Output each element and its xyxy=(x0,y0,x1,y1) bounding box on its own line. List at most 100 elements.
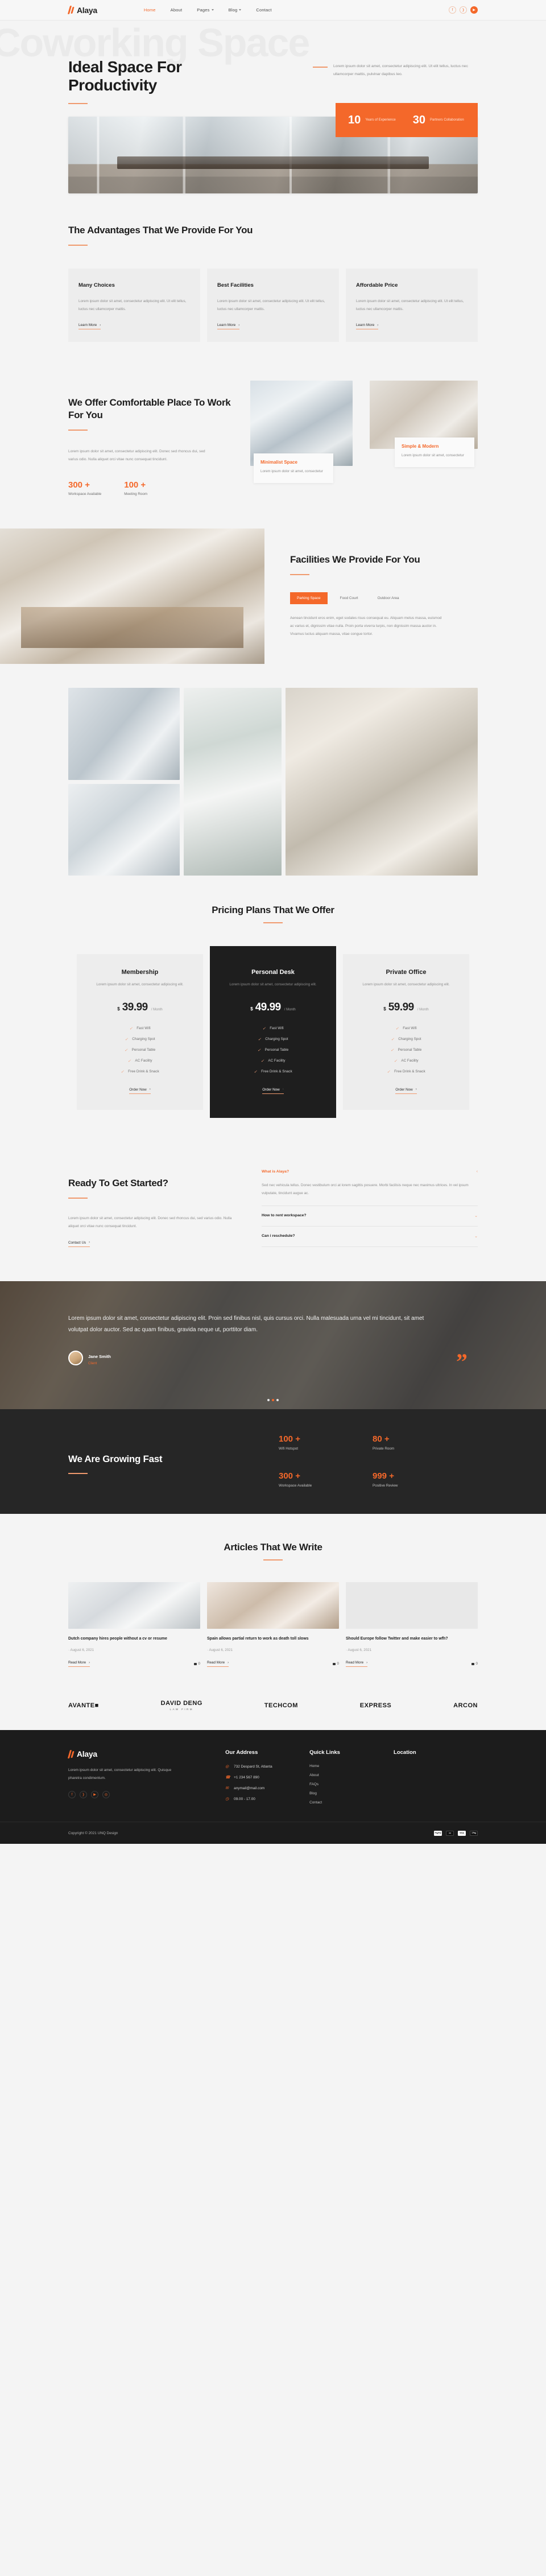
stat-label: Partners Collaboration xyxy=(429,118,464,122)
chevron-right-icon: › xyxy=(100,323,101,327)
tab-outdoor-area[interactable]: Outdoor Area xyxy=(371,592,406,604)
faq-item[interactable]: What is Alaya? ‹ Sed nec vehicula tellus… xyxy=(262,1162,478,1206)
facebook-icon[interactable]: f xyxy=(68,1791,76,1799)
footer-link-contact[interactable]: Contact xyxy=(309,1801,394,1805)
site-header: Alaya Home About Pages Blog Contact f ❭ … xyxy=(0,0,546,20)
article-card[interactable]: Should Europe follow Twitter and make ea… xyxy=(346,1582,478,1667)
learn-more-link[interactable]: Learn More › xyxy=(356,323,379,330)
facebook-icon[interactable]: f xyxy=(449,6,456,14)
carousel-dots xyxy=(267,1398,279,1401)
plan-feature: ✓ Personal Table xyxy=(258,1048,288,1052)
faq-item[interactable]: How to rent workspace? ⌄ xyxy=(262,1206,478,1227)
chevron-down-icon[interactable]: ⌄ xyxy=(474,1234,478,1239)
footer-link-home[interactable]: Home xyxy=(309,1764,394,1768)
brand-label: ARCON xyxy=(453,1702,478,1709)
carousel-dot[interactable] xyxy=(276,1398,279,1401)
read-more-link[interactable]: Read More › xyxy=(68,1661,90,1667)
read-more-link[interactable]: Read More › xyxy=(346,1661,368,1667)
footer-link-blog[interactable]: Blog xyxy=(309,1791,394,1795)
stat-label: Workspace Available xyxy=(279,1483,312,1488)
articles-section: Articles That We Write Dutch company hir… xyxy=(68,1514,478,1684)
article-image xyxy=(346,1582,478,1629)
feature-label: AC Facility xyxy=(401,1059,419,1063)
footer-location-title: Location xyxy=(394,1749,416,1756)
article-image xyxy=(68,1582,200,1629)
brand-logo[interactable]: Alaya xyxy=(67,6,97,15)
nav-item-home[interactable]: Home xyxy=(144,7,156,13)
pricing-card-private-office[interactable]: Private Office Lorem ipsum dolor sit ame… xyxy=(343,954,469,1110)
pricing-card-personal-desk[interactable]: Personal Desk Lorem ipsum dolor sit amet… xyxy=(210,946,336,1118)
tab-parking-space[interactable]: Parking Space xyxy=(290,592,328,605)
nav-item-contact[interactable]: Contact xyxy=(256,7,271,13)
stat-label: Positive Review xyxy=(373,1483,398,1488)
stat-number: 999 + xyxy=(373,1471,394,1481)
logo-mark-icon xyxy=(67,1749,75,1758)
advantage-card[interactable]: Best Facilities Lorem ipsum dolor sit am… xyxy=(207,268,339,342)
nav-item-about[interactable]: About xyxy=(171,7,183,13)
accent-rule xyxy=(68,1472,88,1474)
articles-title: Articles That We Write xyxy=(224,1541,322,1553)
brand-logo-express: EXPRESS xyxy=(360,1702,391,1709)
chevron-right-icon: › xyxy=(282,1088,284,1092)
learn-more-link[interactable]: Learn More › xyxy=(78,323,101,330)
link-label: Read More xyxy=(346,1661,364,1665)
advantage-card[interactable]: Many Choices Lorem ipsum dolor sit amet,… xyxy=(68,268,200,342)
footer-address-column: Our Address ◎ 732 Despard St, Atlanta ☎ +1… xyxy=(225,1749,309,1805)
faq-question: What is Alaya? xyxy=(262,1169,289,1174)
read-more-link[interactable]: Read More › xyxy=(207,1661,229,1667)
nav-item-pages[interactable]: Pages xyxy=(197,7,214,13)
order-now-button[interactable]: Order Now › xyxy=(129,1088,151,1094)
chevron-down-icon[interactable]: ⌄ xyxy=(474,1213,478,1218)
youtube-icon[interactable]: ▶ xyxy=(91,1791,98,1799)
tab-food-court[interactable]: Food Court xyxy=(333,592,365,604)
nav-item-blog[interactable]: Blog xyxy=(229,7,242,13)
twitter-icon[interactable]: ❭ xyxy=(460,6,467,14)
comment-count: 0 xyxy=(332,1662,339,1666)
chevron-right-icon: › xyxy=(366,1661,368,1665)
price-currency: $ xyxy=(117,1006,120,1012)
chevron-up-icon[interactable]: ‹ xyxy=(477,1170,478,1174)
plan-name: Private Office xyxy=(386,969,427,976)
feature-label: Personal Table xyxy=(264,1048,289,1052)
price-period: / Month xyxy=(284,1008,296,1012)
footer-brand-logo[interactable]: Alaya xyxy=(67,1749,225,1758)
article-card[interactable]: Spain allows partial return to work as d… xyxy=(207,1582,339,1667)
card-title: Affordable Price xyxy=(356,282,398,288)
caption-title: Minimalist Space xyxy=(260,460,297,465)
contact-us-button[interactable]: Contact Us › xyxy=(68,1241,90,1247)
check-icon: ✓ xyxy=(387,1070,391,1074)
brand-logo-arcon: ARCON xyxy=(453,1702,478,1709)
carousel-dot-active[interactable] xyxy=(272,1398,274,1401)
plan-feature: ✓ AC Facility xyxy=(261,1059,286,1063)
advantage-card[interactable]: Affordable Price Lorem ipsum dolor sit a… xyxy=(346,268,478,342)
instagram-icon[interactable]: ◎ xyxy=(102,1791,110,1799)
order-now-button[interactable]: Order Now › xyxy=(395,1088,417,1094)
footer-mail-line: ✉ anymail@mail.com xyxy=(225,1786,309,1791)
twitter-icon[interactable]: ❭ xyxy=(80,1791,87,1799)
stat-label: Wifi Hotspot xyxy=(279,1446,298,1451)
plan-desc: Lorem ipsum dolor sit amet, consectetur … xyxy=(96,982,184,987)
footer-link-about[interactable]: About xyxy=(309,1773,394,1777)
article-title: Should Europe follow Twitter and make ea… xyxy=(346,1636,448,1641)
comment-bubble-icon xyxy=(332,1662,336,1665)
stat-label: Workspace Available xyxy=(68,492,102,496)
plan-feature: ✓ AC Facility xyxy=(394,1059,419,1063)
youtube-icon[interactable]: ▶ xyxy=(470,6,478,14)
order-now-button[interactable]: Order Now › xyxy=(262,1088,284,1094)
carousel-dot[interactable] xyxy=(267,1398,270,1401)
article-title: Spain allows partial return to work as d… xyxy=(207,1636,309,1641)
card-text: Lorem ipsum dolor sit amet, consectetur … xyxy=(356,299,464,311)
hero-stat: 30 Partners Collaboration xyxy=(413,114,464,126)
accent-rule xyxy=(290,574,309,576)
plan-feature: ✓ AC Facility xyxy=(128,1059,152,1063)
hero-paragraph: Lorem ipsum dolor sit amet, consectetur … xyxy=(333,64,468,77)
accent-rule xyxy=(263,1559,283,1561)
learn-more-link[interactable]: Learn More › xyxy=(217,323,240,330)
button-label: Contact Us xyxy=(68,1240,86,1245)
footer-link-faqs[interactable]: FAQs xyxy=(309,1782,394,1786)
faq-item[interactable]: Can i reschedule? ⌄ xyxy=(262,1227,478,1247)
main-nav: Home About Pages Blog Contact xyxy=(144,7,272,13)
price-value: 59.99 xyxy=(388,1001,415,1013)
article-card[interactable]: Dutch company hires people without a cv … xyxy=(68,1582,200,1667)
pricing-card-membership[interactable]: Membership Lorem ipsum dolor sit amet, c… xyxy=(77,954,203,1110)
